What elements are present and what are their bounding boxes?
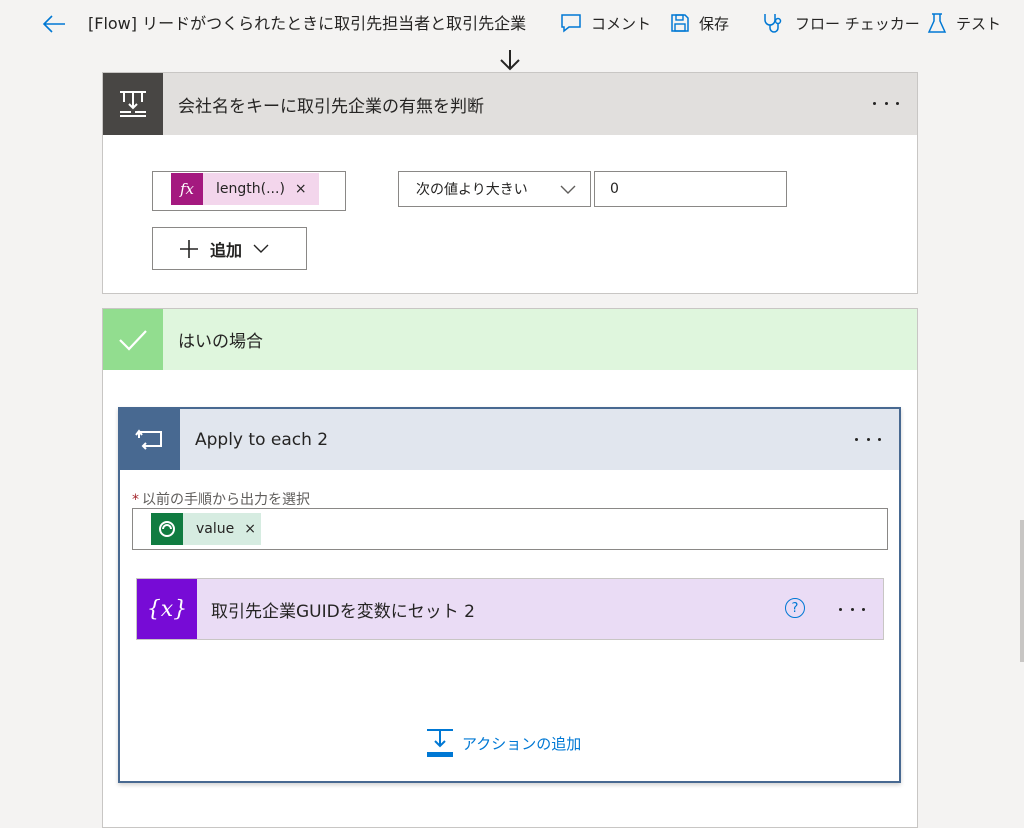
apply-to-each-more-button[interactable] (851, 429, 885, 449)
comment-label: コメント (591, 14, 652, 33)
save-label: 保存 (699, 14, 730, 33)
add-condition-label: 追加 (210, 240, 243, 260)
dot (873, 101, 876, 105)
apply-to-each-header[interactable]: Apply to each 2 (120, 409, 899, 470)
add-action-button[interactable]: アクションの追加 (426, 726, 581, 760)
output-field-label: * 以前の手順から出力を選択 (132, 489, 310, 509)
dot (850, 607, 854, 611)
set-variable-action[interactable]: {x} 取引先企業GUIDを変数にセット 2 ? (136, 578, 884, 640)
output-select-input[interactable]: value × (132, 508, 888, 550)
plus-icon (180, 239, 198, 258)
dynamic-content-token[interactable]: value × (151, 513, 261, 545)
required-marker: * (132, 492, 139, 508)
operator-dropdown[interactable]: 次の値より大きい (398, 171, 591, 207)
apply-to-each-title: Apply to each 2 (195, 429, 329, 450)
condition-icon (120, 91, 146, 117)
remove-token-button[interactable]: × (244, 521, 256, 537)
test-label: テスト (956, 14, 1002, 33)
yes-branch-title: はいの場合 (178, 332, 263, 352)
dot (855, 437, 858, 441)
dot (866, 437, 870, 441)
condition-left-operand[interactable]: fx length(...) × (152, 171, 346, 211)
dot (884, 101, 888, 105)
test-button[interactable]: テスト (927, 11, 1001, 35)
add-action-icon (427, 729, 453, 757)
flow-checker-button[interactable]: フロー チェッカー (762, 11, 920, 35)
dot (839, 607, 842, 611)
save-button[interactable]: 保存 (670, 11, 729, 35)
fx-icon: fx (171, 173, 203, 205)
condition-header[interactable]: 会社名をキーに取引先企業の有無を判断 (103, 73, 917, 135)
condition-value: 0 (610, 181, 619, 197)
flask-icon (927, 13, 947, 33)
condition-icon-box (103, 73, 163, 135)
condition-more-button[interactable] (869, 93, 903, 113)
yes-icon-box (103, 309, 163, 370)
add-condition-button[interactable]: 追加 (152, 227, 307, 270)
dataverse-icon (151, 513, 183, 545)
condition-right-operand[interactable]: 0 (594, 171, 787, 207)
comment-icon (561, 14, 581, 33)
expression-token-label: length(...) (216, 181, 285, 197)
set-variable-title: 取引先企業GUIDを変数にセット 2 (211, 601, 475, 622)
condition-card: 会社名をキーに取引先企業の有無を判断 fx length(...) × 次の値よ… (102, 72, 918, 294)
expression-token[interactable]: fx length(...) × (171, 173, 319, 205)
loop-icon (135, 428, 162, 450)
dot (896, 101, 899, 105)
dot (862, 607, 865, 611)
dynamic-token-label: value (196, 521, 235, 537)
flow-title: [Flow] リードがつくられたときに取引先担当者と取引先企業 (88, 14, 527, 33)
dot (878, 437, 881, 441)
set-variable-more-button[interactable] (835, 599, 869, 619)
arrow-left-icon (42, 15, 65, 33)
remove-token-button[interactable]: × (295, 181, 307, 197)
back-button[interactable] (40, 10, 68, 38)
condition-title: 会社名をキーに取引先企業の有無を判断 (178, 96, 484, 117)
checkmark-icon (119, 329, 147, 351)
vertical-scrollbar[interactable] (1020, 520, 1024, 662)
arrow-down-icon (500, 50, 520, 71)
chevron-down-icon (560, 185, 576, 194)
variable-icon: {x} (137, 579, 197, 639)
save-icon (671, 14, 689, 32)
loop-icon-box (120, 409, 180, 470)
yes-branch-header[interactable]: はいの場合 (103, 309, 917, 370)
chevron-down-icon (253, 244, 269, 253)
operator-value: 次の値より大きい (416, 182, 528, 198)
help-icon[interactable]: ? (785, 598, 805, 618)
comment-button[interactable]: コメント (560, 11, 651, 35)
add-action-label: アクションの追加 (462, 734, 582, 753)
command-bar: [Flow] リードがつくられたときに取引先担当者と取引先企業 コメント 保存 … (0, 0, 1024, 48)
flow-checker-label: フロー チェッカー (795, 14, 920, 33)
output-field-label-text: 以前の手順から出力を選択 (142, 492, 310, 508)
stethoscope-icon (764, 14, 782, 33)
apply-to-each-card: Apply to each 2 * 以前の手順から出力を選択 value × {x… (118, 407, 901, 783)
